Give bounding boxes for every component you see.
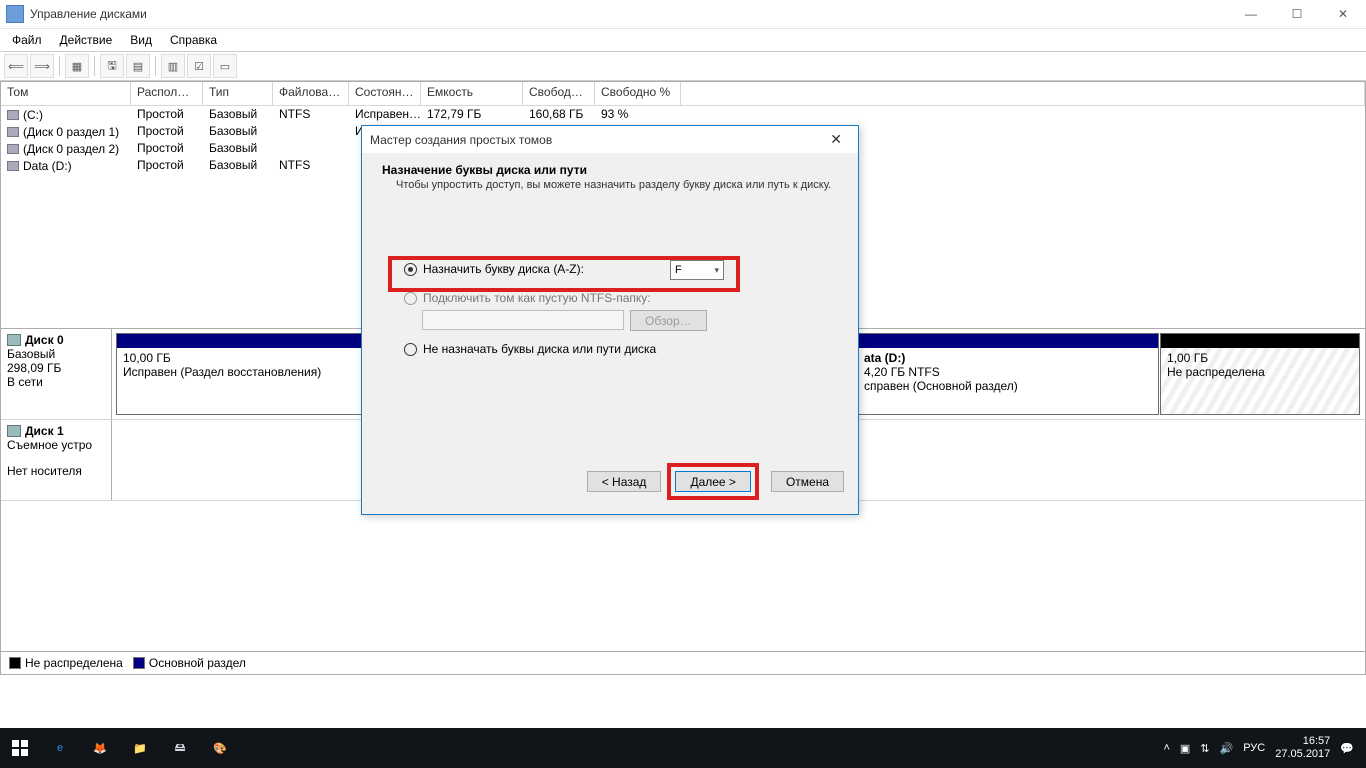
dialog-heading: Назначение буквы диска или пути — [382, 163, 838, 177]
partition-bar — [1161, 334, 1359, 348]
tool4-icon[interactable]: ☑ — [187, 54, 211, 78]
dialog-close-button[interactable]: ✕ — [822, 127, 850, 152]
tray-lang[interactable]: РУС — [1243, 742, 1265, 754]
taskbar: e 🦊 📁 🖴 🎨 ˄ ▣ ⇅ 🔊 РУС 16:57 27.05.2017 💬 — [0, 728, 1366, 768]
disk-icon — [7, 425, 21, 437]
col-vol[interactable]: Том — [1, 82, 131, 106]
partition[interactable]: 10,00 ГБИсправен (Раздел восстановления) — [116, 333, 370, 415]
app-icon — [6, 5, 24, 23]
taskbar-firefox-icon[interactable]: 🦊 — [80, 728, 120, 768]
start-button[interactable] — [0, 728, 40, 768]
partition-bar — [858, 334, 1158, 348]
menu-view[interactable]: Вид — [122, 31, 160, 49]
label-no-assign: Не назначать буквы диска или пути диска — [423, 342, 656, 356]
col-fs[interactable]: Файловая с… — [273, 82, 349, 106]
drive-letter-select[interactable]: F▾ — [670, 260, 724, 280]
partition-unallocated[interactable]: 1,00 ГБНе распределена — [1160, 333, 1360, 415]
titlebar: Управление дисками — ☐ ✕ — [0, 0, 1366, 29]
mount-path-input — [422, 310, 624, 330]
tool5-icon[interactable]: ▭ — [213, 54, 237, 78]
tool3-icon[interactable]: ▥ — [161, 54, 185, 78]
disk-header[interactable]: Диск 0 Базовый 298,09 ГБ В сети — [1, 329, 112, 419]
label-mount-folder: Подключить том как пустую NTFS-папку: — [423, 291, 651, 305]
taskbar-diskmgmt-icon[interactable]: 🖴 — [160, 728, 200, 768]
partition[interactable]: ata (D:)4,20 ГБ NTFSсправен (Основной ра… — [857, 333, 1159, 415]
menu-file[interactable]: Файл — [4, 31, 50, 49]
dialog-titlebar: Мастер создания простых томов ✕ — [362, 126, 858, 153]
col-free[interactable]: Свобод… — [523, 82, 595, 106]
col-type[interactable]: Тип — [203, 82, 273, 106]
tool-icon[interactable]: ▦ — [65, 54, 89, 78]
table-row[interactable]: (C:) ПростойБазовыйNTFSИсправен…172,79 Г… — [1, 106, 1365, 123]
highlight-box-next: Далее > — [667, 463, 759, 500]
browse-button: Обзор… — [630, 310, 707, 331]
col-state[interactable]: Состояние — [349, 82, 421, 106]
legend-swatch-primary — [133, 657, 145, 669]
volume-icon — [7, 110, 19, 120]
col-layout[interactable]: Распол… — [131, 82, 203, 106]
refresh-icon[interactable]: 🖫 — [100, 54, 124, 78]
grid-header: Том Распол… Тип Файловая с… Состояние Ем… — [1, 82, 1365, 106]
menu-help[interactable]: Справка — [162, 31, 225, 49]
disk-header[interactable]: Диск 1 Съемное устро Нет носителя — [1, 420, 112, 500]
window-title: Управление дисками — [30, 7, 1228, 21]
tray-clock[interactable]: 16:57 27.05.2017 — [1275, 735, 1330, 761]
tray-sound-icon[interactable]: 🔊 — [1220, 742, 1234, 755]
next-button[interactable]: Далее > — [675, 471, 751, 492]
tray-battery-icon[interactable]: ▣ — [1180, 742, 1190, 755]
legend-swatch-unalloc — [9, 657, 21, 669]
tray-notifications-icon[interactable]: 💬 — [1340, 742, 1354, 755]
col-pct[interactable]: Свободно % — [595, 82, 681, 106]
back-icon[interactable]: ⟸ — [4, 54, 28, 78]
partition-bar — [117, 334, 369, 348]
col-cap[interactable]: Емкость — [421, 82, 523, 106]
chevron-down-icon: ▾ — [714, 265, 719, 276]
label-assign-letter: Назначить букву диска (A-Z): — [423, 262, 584, 276]
menu-action[interactable]: Действие — [52, 31, 121, 49]
dialog-title: Мастер создания простых томов — [370, 133, 822, 147]
taskbar-edge-icon[interactable]: e — [40, 728, 80, 768]
toolbar: ⟸ ⟹ ▦ 🖫 ▤ ▥ ☑ ▭ — [0, 51, 1366, 81]
minimize-button[interactable]: — — [1228, 0, 1274, 28]
fwd-icon[interactable]: ⟹ — [30, 54, 54, 78]
tray-network-icon[interactable]: ⇅ — [1200, 742, 1209, 755]
maximize-button[interactable]: ☐ — [1274, 0, 1320, 28]
tool2-icon[interactable]: ▤ — [126, 54, 150, 78]
wizard-dialog: Мастер создания простых томов ✕ Назначен… — [361, 125, 859, 515]
legend: Не распределена Основной раздел — [0, 652, 1366, 675]
tray-up-icon[interactable]: ˄ — [1163, 742, 1169, 754]
dialog-subtitle: Чтобы упростить доступ, вы можете назнач… — [396, 179, 838, 191]
disk-icon — [7, 334, 21, 346]
radio-mount-folder[interactable] — [404, 292, 417, 305]
taskbar-paint-icon[interactable]: 🎨 — [200, 728, 240, 768]
taskbar-explorer-icon[interactable]: 📁 — [120, 728, 160, 768]
cancel-button[interactable]: Отмена — [771, 471, 844, 492]
close-button[interactable]: ✕ — [1320, 0, 1366, 28]
volume-icon — [7, 144, 19, 154]
radio-assign-letter[interactable] — [404, 263, 417, 276]
back-button[interactable]: < Назад — [587, 471, 662, 492]
volume-icon — [7, 127, 19, 137]
volume-icon — [7, 161, 19, 171]
menubar: Файл Действие Вид Справка — [0, 29, 1366, 51]
radio-no-assign[interactable] — [404, 343, 417, 356]
